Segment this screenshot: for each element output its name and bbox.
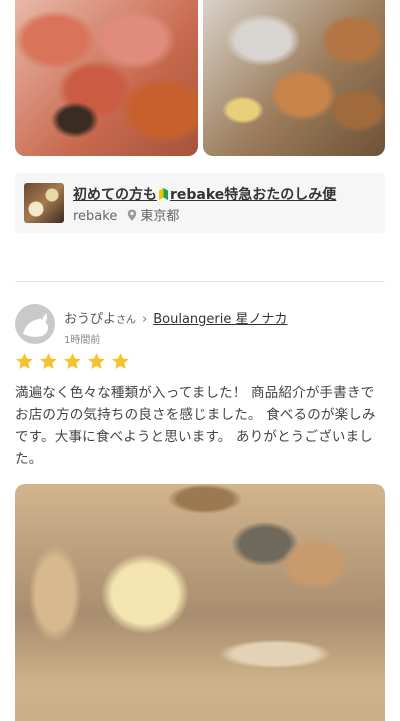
reviewer-honorific: さん — [116, 315, 137, 326]
location-pin-icon — [128, 209, 137, 221]
star-icon — [40, 353, 57, 369]
star-icon — [64, 353, 81, 369]
review-text: 満遍なく色々な種類が入ってました！ 商品紹介が手書きでお店の方の気持ちの良さを感… — [15, 385, 376, 467]
seller-name[interactable]: rebake — [73, 209, 117, 224]
product-meta: rebake 東京都 — [73, 205, 179, 224]
product-title-prefix: 初めての方も — [73, 187, 157, 203]
product-title-suffix: rebake特急おたのしみ便 — [170, 187, 337, 203]
product-photo-strip — [0, 0, 400, 156]
star-icon — [112, 353, 129, 369]
beginner-mark-icon — [159, 188, 168, 200]
star-rating — [15, 352, 135, 372]
reviewer-avatar[interactable] — [15, 304, 55, 344]
product-thumbnail[interactable] — [24, 183, 64, 223]
star-icon — [88, 353, 105, 369]
review-photo[interactable] — [15, 484, 385, 721]
star-icon — [16, 353, 33, 369]
product-card[interactable]: 初めての方も rebake特急おたのしみ便 rebake 東京都 — [15, 173, 385, 233]
chevron-right-icon: › — [142, 312, 148, 327]
product-photo-2[interactable] — [203, 0, 385, 156]
product-photo-1[interactable] — [15, 0, 198, 156]
reviewer-name[interactable]: おうぴよ — [64, 312, 116, 327]
box-edge — [15, 681, 385, 721]
product-title-link[interactable]: 初めての方も rebake特急おたのしみ便 — [73, 184, 336, 204]
seller-location: 東京都 — [140, 209, 180, 224]
shop-name-link[interactable]: Boulangerie 星ノナカ — [153, 312, 287, 327]
bird-avatar-icon — [23, 313, 49, 337]
section-divider — [15, 281, 385, 282]
review-timestamp: 1時間前 — [64, 335, 101, 346]
reviewer-line: おうぴよさん › Boulangerie 星ノナカ — [64, 308, 288, 327]
